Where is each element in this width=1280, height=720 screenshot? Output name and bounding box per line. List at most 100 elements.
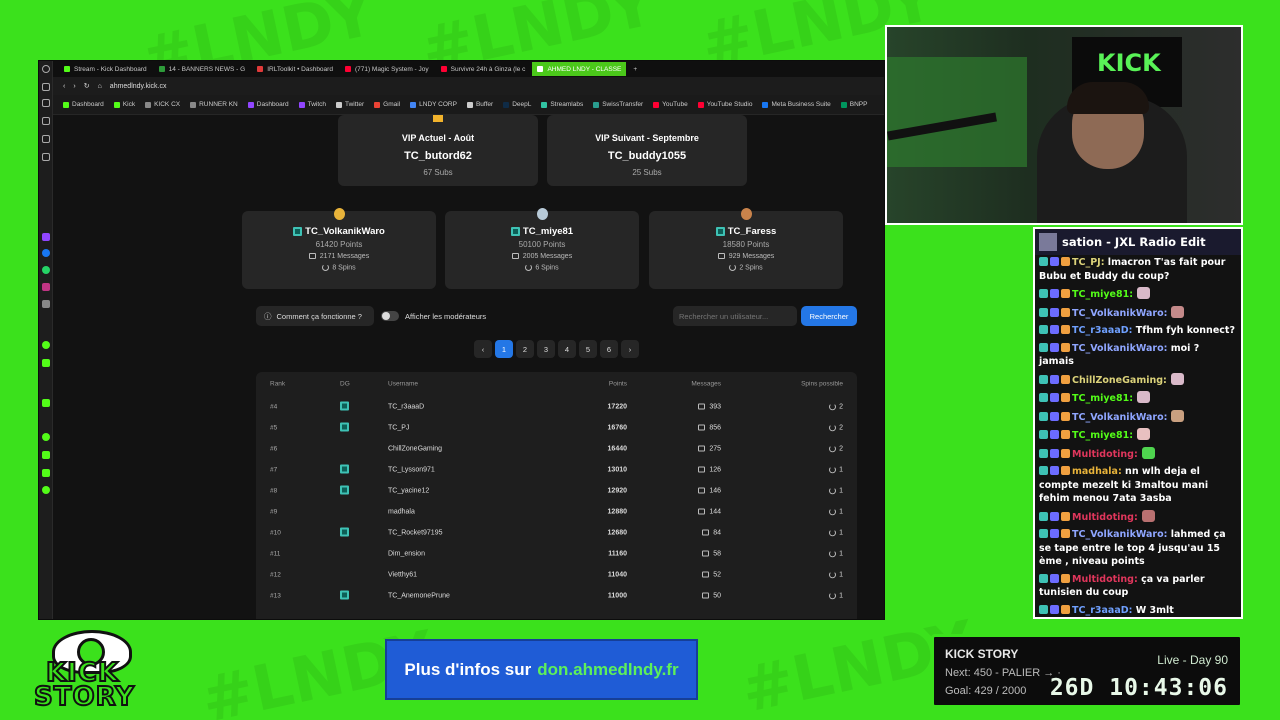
- show-moderators-label: Afficher les modérateurs: [405, 312, 487, 321]
- rank-cell: #8: [270, 487, 278, 494]
- url-field[interactable]: ahmedlndy.kick.cx: [110, 83, 167, 90]
- back-icon[interactable]: ‹: [63, 83, 65, 90]
- pin-icon[interactable]: [42, 399, 50, 407]
- bookmark-item[interactable]: Streamlabs: [541, 101, 583, 108]
- page-button[interactable]: 5: [579, 340, 597, 358]
- messages-cell: 144: [698, 508, 721, 515]
- gx-icon[interactable]: [42, 153, 50, 161]
- webcam-feed: KICK: [885, 25, 1243, 225]
- chat-badge-icon: [1050, 307, 1059, 317]
- bookmark-item[interactable]: DeepL: [503, 101, 531, 108]
- kick-story-counter: KICK STORY Next: 450 - PALIER → · Goal: …: [931, 634, 1243, 708]
- bookmark-item[interactable]: Dashboard: [247, 101, 289, 108]
- whatsapp-icon[interactable]: [42, 266, 50, 274]
- chat-badge-icon: [1039, 430, 1048, 439]
- user-search-input[interactable]: [673, 306, 797, 326]
- page-button[interactable]: 1: [495, 340, 513, 358]
- tab-irltoolkit[interactable]: IRLToolkit • Dashboard: [252, 62, 338, 76]
- messages-value: 144: [709, 508, 721, 515]
- story-title: KICK STORY: [945, 647, 1019, 661]
- podium-spins: 8 Spins: [242, 264, 436, 271]
- messages-value: 126: [709, 466, 721, 473]
- crypto-wallet-icon[interactable]: [42, 117, 50, 125]
- x-icon[interactable]: [42, 300, 50, 308]
- play-icon[interactable]: [42, 359, 50, 367]
- bookmark-item[interactable]: Kick: [113, 101, 135, 108]
- chat-badge-icon: [1039, 573, 1048, 583]
- how-it-works-button[interactable]: ⓘ Comment ça fonctionne ?: [256, 306, 374, 326]
- show-moderators-toggle[interactable]: [381, 311, 399, 321]
- download-icon[interactable]: [42, 451, 50, 459]
- twitch-icon[interactable]: [42, 233, 50, 241]
- chat-badge-icon: [1050, 466, 1059, 475]
- chat-badge-icon: [1039, 466, 1048, 475]
- podium-spins-text: 6 Spins: [535, 264, 559, 272]
- emote-icon: [1170, 372, 1184, 385]
- bookmark-item[interactable]: Dashboard: [63, 101, 104, 108]
- bookmark-favicon-icon: [593, 101, 600, 108]
- message-icon: [702, 571, 710, 578]
- tab-ahmed-lndy-classement[interactable]: AHMED LNDY - CLASSE: [532, 62, 627, 76]
- messages-cell: 393: [698, 403, 721, 410]
- tab-youtube-ginza[interactable]: Survivre 24h à Ginza (le c: [436, 62, 531, 76]
- page-button[interactable]: 3: [537, 340, 555, 358]
- aria-icon[interactable]: [42, 99, 50, 107]
- chat-badge-icon: [1050, 529, 1059, 538]
- bookmark-item[interactable]: Meta Business Suite: [762, 101, 831, 108]
- page-button[interactable]: 4: [558, 340, 576, 358]
- search-button[interactable]: Rechercher: [801, 306, 857, 326]
- chat-message: TC_PJ: lmacron T'as fait pour Bubu et Bu…: [1035, 255, 1241, 286]
- silver-medal-icon: [536, 208, 548, 220]
- spins-value: 1: [839, 550, 843, 558]
- bookmark-item[interactable]: Twitter: [336, 101, 364, 108]
- spins-value: 1: [839, 508, 843, 516]
- tab-banners-news[interactable]: 14 - BANNERS NEWS - G: [154, 62, 251, 76]
- tab-label: Survivre 24h à Ginza (le c: [450, 65, 526, 73]
- history-icon[interactable]: [42, 433, 50, 441]
- rank-cell: #5: [270, 424, 278, 431]
- bookmark-label: Buffer: [475, 101, 494, 108]
- chat-badge-icon: [1061, 529, 1070, 538]
- next-page-button[interactable]: ›: [621, 340, 639, 358]
- bookmark-label: Gmail: [383, 101, 401, 108]
- player-icon[interactable]: [42, 135, 50, 143]
- bookmark-item[interactable]: RUNNER KN: [190, 101, 238, 108]
- prev-page-button[interactable]: ‹: [474, 340, 492, 358]
- chat-message: TC_miye81:: [1035, 427, 1241, 446]
- messages-cell: 856: [698, 424, 721, 431]
- bookmark-item[interactable]: BNPP: [840, 101, 867, 108]
- bookmark-item[interactable]: YouTube Studio: [697, 101, 752, 108]
- bookmark-item[interactable]: SwissTransfer: [593, 101, 643, 108]
- settings-icon[interactable]: [42, 486, 50, 494]
- page-button[interactable]: 6: [600, 340, 618, 358]
- page-button[interactable]: 2: [516, 340, 534, 358]
- messenger-icon[interactable]: [42, 249, 50, 257]
- music-icon[interactable]: [42, 341, 50, 349]
- bookmark-item[interactable]: LNDY CORP: [410, 101, 457, 108]
- tab-bar: Stream - Kick Dashboard 14 - BANNERS NEW…: [53, 61, 884, 77]
- bookmark-item[interactable]: Twitch: [298, 101, 326, 108]
- podium-messages-text: 929 Messages: [728, 253, 775, 260]
- reload-icon[interactable]: ↻: [84, 82, 90, 90]
- username-cell: TC_PJ: [388, 424, 410, 431]
- bookmark-item[interactable]: Buffer: [466, 101, 494, 108]
- instagram-icon[interactable]: [42, 283, 50, 291]
- tab-kick-dashboard[interactable]: Stream - Kick Dashboard: [59, 62, 152, 76]
- message-icon: [702, 550, 710, 557]
- opera-icon[interactable]: [42, 65, 50, 73]
- bookmark-item[interactable]: KICK CX: [145, 101, 180, 108]
- tab-label: Stream - Kick Dashboard: [74, 65, 147, 73]
- refresh-icon[interactable]: [42, 83, 50, 91]
- tab-youtube-magic-system[interactable]: (771) Magic System - Joy: [340, 62, 434, 76]
- podium-messages-text: 2005 Messages: [522, 253, 573, 260]
- emote-icon: [1171, 409, 1185, 422]
- bookmark-item[interactable]: Gmail: [374, 101, 400, 108]
- chat-badge-icon: [1039, 342, 1048, 352]
- bookmark-item[interactable]: YouTube: [653, 101, 688, 108]
- forward-icon[interactable]: ›: [73, 83, 75, 90]
- home-icon[interactable]: ⌂: [98, 83, 102, 90]
- extensions-icon[interactable]: [42, 469, 50, 477]
- podium-messages: 2171 Messages: [242, 253, 436, 260]
- messages-value: 58: [713, 550, 721, 557]
- new-tab-button[interactable]: +: [628, 62, 642, 76]
